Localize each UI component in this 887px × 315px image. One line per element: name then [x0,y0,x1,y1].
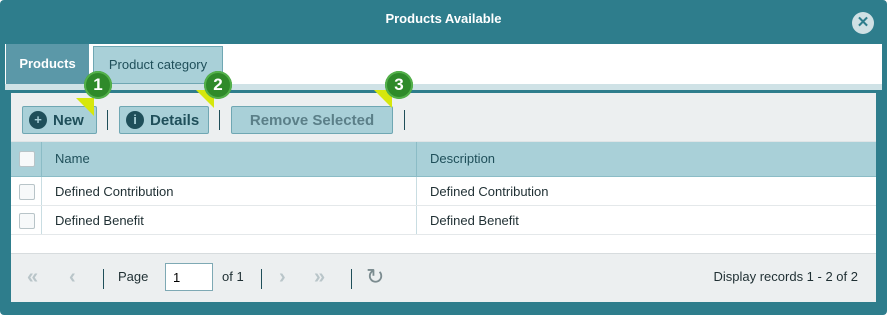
refresh-icon[interactable]: ↻ [366,264,384,290]
plus-circle-icon: + [29,111,47,129]
callout-marker-2: 2 [204,71,232,99]
page-label: Page [118,269,149,284]
pager-separator [261,269,262,289]
table-row[interactable]: Defined Benefit Defined Benefit [11,206,876,235]
column-header-description[interactable]: Description [430,151,495,166]
next-page-icon[interactable]: › [279,266,286,289]
first-page-icon[interactable]: « [27,266,38,289]
column-divider [416,206,417,234]
cell-name: Defined Contribution [55,184,174,199]
table-row[interactable]: Defined Contribution Defined Contributio… [11,177,876,206]
callout-marker-1: 1 [84,71,112,99]
details-button-label: Details [150,111,200,129]
column-divider [416,142,417,176]
tab-product-category[interactable]: Product category [93,46,223,84]
callout-marker-3: 3 [385,71,413,99]
select-all-checkbox[interactable] [19,151,35,167]
column-divider [41,177,42,205]
products-grid-panel: + New i Details Remove Selected Name Des… [11,93,876,302]
column-header-name[interactable]: Name [55,151,90,166]
page-count-label: of 1 [222,269,244,284]
tab-content-panel: + New i Details Remove Selected Name Des… [8,90,879,304]
column-divider [41,206,42,234]
cell-description: Defined Contribution [430,184,549,199]
last-page-icon[interactable]: » [314,266,325,289]
pager-separator [351,269,352,289]
callout-pointer [76,98,94,116]
grid-header: Name Description [11,142,876,177]
column-divider [41,142,42,176]
close-icon[interactable]: ✕ [852,12,874,34]
dialog-titlebar: Products Available ✕ [0,0,887,44]
toolbar-separator [107,110,108,130]
page-number-input[interactable] [165,263,213,291]
details-button[interactable]: i Details [119,106,209,134]
cell-description: Defined Benefit [430,213,519,228]
tab-strip: Products Product category [5,44,882,84]
info-icon: i [126,111,144,129]
grid-pager: « ‹ Page of 1 › » ↻ Display records 1 - … [11,253,876,302]
products-dialog: Products Available ✕ Products Product ca… [0,0,887,315]
toolbar-separator [219,110,220,130]
remove-selected-label: Remove Selected [249,111,375,129]
cell-name: Defined Benefit [55,213,144,228]
previous-page-icon[interactable]: ‹ [69,266,76,289]
records-summary: Display records 1 - 2 of 2 [713,269,858,284]
dialog-title: Products Available [385,11,502,26]
toolbar-separator [404,110,405,130]
remove-selected-button[interactable]: Remove Selected [231,106,393,134]
tab-products[interactable]: Products [6,44,89,84]
row-checkbox[interactable] [19,184,35,200]
row-checkbox[interactable] [19,213,35,229]
column-divider [416,177,417,205]
grid-toolbar: + New i Details Remove Selected [11,93,876,142]
pager-separator [103,269,104,289]
